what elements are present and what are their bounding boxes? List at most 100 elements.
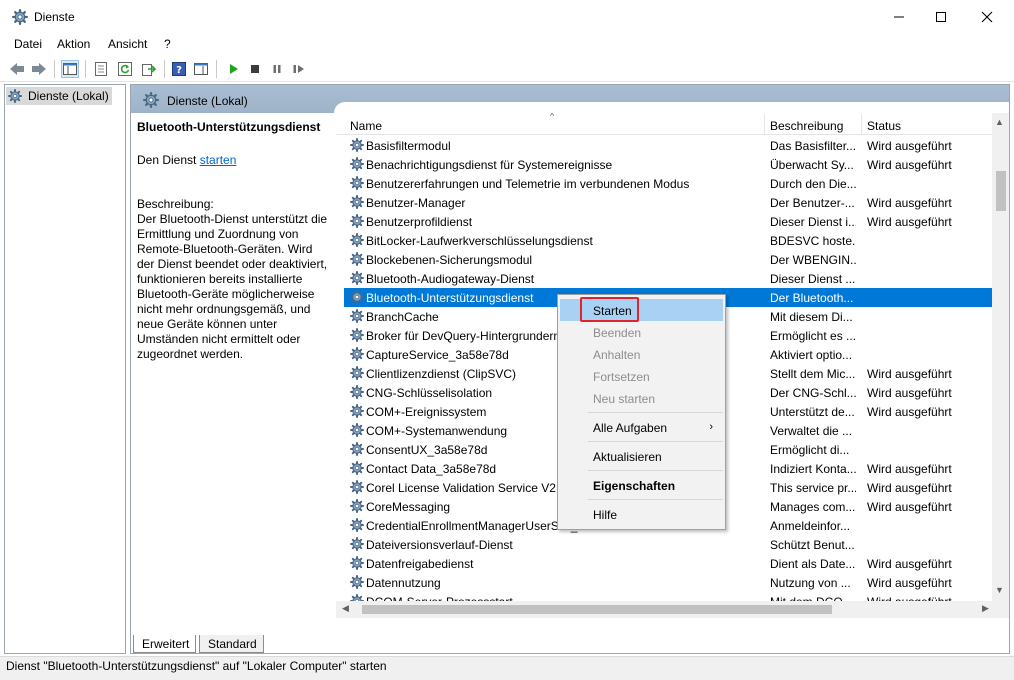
service-description-cell: Ermöglicht es ...	[770, 329, 856, 343]
service-status-cell: Wird ausgeführt	[867, 405, 952, 419]
service-gear-icon	[350, 442, 364, 456]
scroll-right-icon[interactable]: ▶	[982, 603, 989, 614]
minimize-button[interactable]	[876, 0, 922, 34]
context-menu-restart[interactable]: Neu starten	[560, 387, 723, 409]
service-description-cell: Verwaltet die ...	[770, 424, 853, 438]
start-service-button[interactable]	[224, 60, 242, 78]
show-hide-console-tree-button[interactable]	[61, 60, 79, 78]
console-tree-icon	[63, 63, 77, 75]
column-description-header[interactable]: Beschreibung	[770, 119, 843, 133]
service-name-cell: Blockebenen-Sicherungsmodul	[366, 253, 533, 267]
maximize-icon	[936, 12, 946, 22]
export-list-icon	[142, 64, 156, 76]
description-label: Beschreibung:	[137, 197, 214, 211]
close-button[interactable]	[964, 0, 1010, 34]
service-gear-icon	[350, 309, 364, 323]
service-gear-icon	[350, 537, 364, 551]
service-status-cell: Wird ausgeführt	[867, 481, 952, 495]
svg-text:?: ?	[176, 65, 182, 76]
service-status-cell: Wird ausgeführt	[867, 462, 952, 476]
vertical-scrollbar[interactable]: ▲ ▼	[992, 113, 1009, 601]
tab-erweitert[interactable]: Erweitert	[133, 635, 197, 653]
menu-bar: Datei Aktion Ansicht ?	[0, 34, 1014, 54]
back-button[interactable]	[8, 60, 26, 78]
service-status-cell: Wird ausgeführt	[867, 576, 952, 590]
play-icon	[230, 64, 238, 74]
pause-service-button[interactable]	[268, 60, 286, 78]
help-button[interactable]: ?	[170, 60, 188, 78]
panel-title: Dienste (Lokal)	[167, 94, 248, 108]
service-description-cell: Mit diesem Di...	[770, 310, 853, 324]
tab-standard[interactable]: Standard	[199, 635, 264, 653]
tree-node-dienste-lokal[interactable]: Dienste (Lokal)	[6, 87, 112, 105]
restart-icon	[293, 65, 304, 73]
service-gear-icon	[350, 214, 364, 228]
service-gear-icon	[350, 594, 364, 601]
context-menu-properties[interactable]: Eigenschaften	[560, 474, 723, 496]
menu-help[interactable]: ?	[164, 37, 171, 51]
context-menu-stop[interactable]: Beenden	[560, 321, 723, 343]
forward-arrow-icon	[32, 63, 46, 75]
service-description-cell: Schützt Benut...	[770, 538, 855, 552]
context-menu-all-tasks[interactable]: Alle Aufgaben ›	[560, 416, 723, 438]
scroll-left-icon[interactable]: ◀	[342, 603, 349, 614]
horizontal-scroll-thumb[interactable]	[362, 605, 832, 614]
sort-ascending-icon: ^	[550, 113, 555, 121]
menu-datei[interactable]: Datei	[14, 37, 42, 51]
service-row[interactable]: Benutzerprofildienst Dieser Dienst i... Wi…	[344, 212, 992, 231]
service-name-cell: Benachrichtigungsdienst für Systemereign…	[366, 158, 613, 172]
service-description-cell: Unterstützt de...	[770, 405, 855, 419]
service-row[interactable]: Blockebenen-Sicherungsmodul Der WBENGIN..…	[344, 250, 992, 269]
service-row[interactable]: Benutzererfahrungen und Telemetrie im ve…	[344, 174, 992, 193]
context-menu-pause[interactable]: Anhalten	[560, 343, 723, 365]
service-row[interactable]: Datenfreigabedienst Dient als Date... Wird…	[344, 554, 992, 573]
service-description-cell: Dient als Date...	[770, 557, 856, 571]
close-icon	[981, 11, 993, 23]
service-gear-icon	[350, 556, 364, 570]
service-gear-icon	[350, 366, 364, 380]
properties-button[interactable]	[92, 60, 110, 78]
service-description-cell: Manages com...	[770, 500, 856, 514]
context-menu-resume[interactable]: Fortsetzen	[560, 365, 723, 387]
restart-service-button[interactable]	[290, 60, 308, 78]
export-list-button[interactable]	[140, 60, 158, 78]
column-status-header[interactable]: Status	[867, 119, 901, 133]
service-gear-icon	[350, 404, 364, 418]
service-gear-icon	[350, 480, 364, 494]
service-row[interactable]: Benutzer-Manager Der Benutzer-... Wird aus…	[344, 193, 992, 212]
title-bar: Dienste	[0, 0, 1014, 34]
action-pane-button[interactable]	[192, 60, 210, 78]
help-icon: ?	[172, 62, 186, 76]
column-name-header[interactable]: Name	[350, 119, 382, 133]
panel-gear-icon	[143, 92, 159, 108]
service-row[interactable]: Dateiversionsverlauf-Dienst Schützt Benut…	[344, 535, 992, 554]
vertical-scroll-thumb[interactable]	[996, 171, 1006, 211]
column-header: ^ Name Beschreibung Status	[336, 113, 992, 135]
service-status-cell: Wird ausgeführt	[867, 500, 952, 514]
horizontal-scrollbar[interactable]: ◀ ▶	[336, 601, 1009, 618]
maximize-button[interactable]	[918, 0, 964, 34]
pause-icon	[273, 65, 281, 73]
service-row[interactable]: Benachrichtigungsdienst für Systemereign…	[344, 155, 992, 174]
context-menu-refresh[interactable]: Aktualisieren	[560, 445, 723, 467]
menu-aktion[interactable]: Aktion	[57, 37, 90, 51]
scroll-down-icon[interactable]: ▼	[995, 585, 1004, 595]
start-service-link[interactable]: starten	[200, 153, 237, 167]
menu-ansicht[interactable]: Ansicht	[108, 37, 147, 51]
service-row[interactable]: BitLocker-Laufwerkverschlüsselungsdienst…	[344, 231, 992, 250]
service-row[interactable]: Bluetooth-Audiogateway-Dienst Dieser Dien…	[344, 269, 992, 288]
scroll-up-icon[interactable]: ▲	[995, 117, 1004, 127]
service-row[interactable]: DCOM-Server-ProzessstartMit dem DCO...Wi…	[344, 592, 992, 601]
service-name-cell: Dateiversionsverlauf-Dienst	[366, 538, 513, 552]
service-row[interactable]: Basisfiltermodul Das Basisfilter... Wird a…	[344, 136, 992, 155]
service-row[interactable]: Datennutzung Nutzung von ... Wird ausgefüh…	[344, 573, 992, 592]
context-menu-help[interactable]: Hilfe	[560, 503, 723, 525]
action-pane-icon	[194, 63, 208, 75]
panel-header: Dienste (Lokal)	[131, 85, 1009, 113]
refresh-button[interactable]	[116, 60, 134, 78]
stop-service-button[interactable]	[246, 60, 264, 78]
service-name-cell: Benutzerprofildienst	[366, 215, 473, 229]
service-name-cell: Benutzererfahrungen und Telemetrie im ve…	[366, 177, 690, 191]
service-details-pane: Bluetooth-Unterstützungsdienst Den Diens…	[131, 113, 334, 633]
forward-button[interactable]	[30, 60, 48, 78]
